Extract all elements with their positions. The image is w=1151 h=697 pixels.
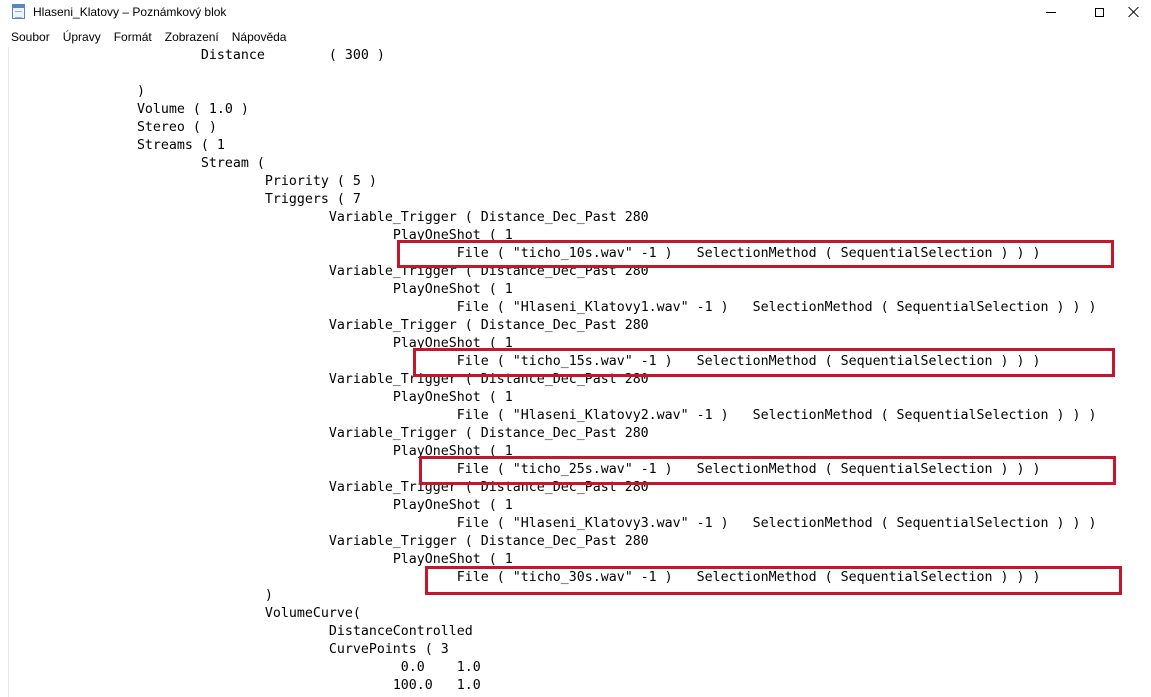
editor-line: Variable_Trigger ( Distance_Dec_Past 280: [9, 318, 649, 333]
editor-line: PlayOneShot ( 1: [9, 282, 513, 297]
editor-line: Triggers ( 7: [9, 192, 361, 207]
highlight-box: [419, 456, 1116, 485]
menu-format[interactable]: Formát: [114, 27, 152, 47]
maximize-icon: [1094, 7, 1104, 17]
minimize-icon: [1046, 11, 1056, 13]
editor-line: 100.0 1.0: [9, 678, 481, 693]
title-bar: Hlaseni_Klatovy – Poznámkový blok: [0, 0, 1151, 24]
menu-napoveda[interactable]: Nápověda: [232, 27, 287, 47]
editor-line: Variable_Trigger ( Distance_Dec_Past 280: [9, 210, 649, 225]
editor-line: File ( "Hlaseni_Klatovy1.wav" -1 ) Selec…: [9, 300, 1097, 315]
editor-line: Stream (: [9, 156, 265, 171]
editor-line: Stereo ( ): [9, 120, 217, 135]
menu-upravy[interactable]: Úpravy: [63, 27, 101, 47]
editor-line: ): [9, 84, 145, 99]
notepad-icon: [12, 4, 25, 19]
editor-line: Volume ( 1.0 ): [9, 102, 249, 117]
editor-line: PlayOneShot ( 1: [9, 390, 513, 405]
close-icon: [1128, 6, 1140, 18]
editor-line: DistanceControlled: [9, 624, 473, 639]
editor-line: Variable_Trigger ( Distance_Dec_Past 280: [9, 426, 649, 441]
text-editor[interactable]: Distance ( 300 ) ) Volume ( 1.0 ) Stereo…: [8, 47, 1151, 697]
highlight-box: [425, 566, 1122, 595]
minimize-button[interactable]: [1028, 0, 1074, 24]
editor-line: 0.0 1.0: [9, 660, 481, 675]
editor-line: Variable_Trigger ( Distance_Dec_Past 280: [9, 534, 649, 549]
editor-line: File ( "Hlaseni_Klatovy2.wav" -1 ) Selec…: [9, 408, 1097, 423]
menu-soubor[interactable]: Soubor: [11, 27, 50, 47]
editor-line: VolumeCurve(: [9, 606, 361, 621]
window-title: Hlaseni_Klatovy – Poznámkový blok: [33, 5, 227, 19]
editor-line: Priority ( 5 ): [9, 174, 377, 189]
editor-line: CurvePoints ( 3: [9, 642, 449, 657]
highlight-box: [413, 348, 1115, 377]
menu-zobrazeni[interactable]: Zobrazení: [165, 27, 219, 47]
editor-line: Streams ( 1: [9, 138, 225, 153]
editor-line: Distance ( 300 ): [9, 48, 385, 63]
editor-line: File ( "Hlaseni_Klatovy3.wav" -1 ) Selec…: [9, 516, 1097, 531]
close-button[interactable]: [1116, 0, 1151, 24]
highlight-box: [397, 240, 1114, 268]
menu-bar: Soubor Úpravy Formát Zobrazení Nápověda: [0, 27, 286, 47]
editor-line: PlayOneShot ( 1: [9, 498, 513, 513]
